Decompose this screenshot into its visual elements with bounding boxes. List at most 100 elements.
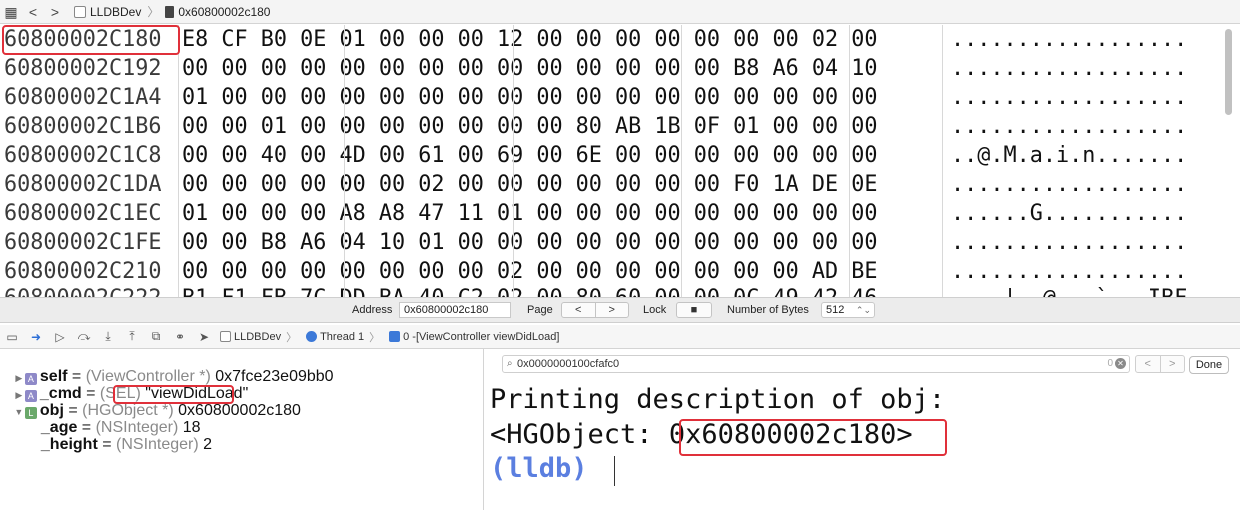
variable-row-height[interactable]: _height = (NSInteger) 2	[32, 419, 212, 453]
memory-row: 60800002C1A4 01 00 00 00 00 00 00 00 00 …	[0, 85, 1240, 111]
memory-ascii[interactable]: ..@.M.a.i.n.......	[951, 143, 1187, 169]
memory-graph-icon[interactable]: ⚭	[170, 330, 190, 344]
console-search-field[interactable]: ⌕ 0x0000000100cfafc0 0 ✕	[502, 355, 1130, 373]
memory-bytes[interactable]: 00 00 40 00 4D 00 61 00 69 00 6E 00 00 0…	[182, 143, 878, 169]
variable-row-self[interactable]: ▶ Aself = (ViewController *) 0x7fce23e09b…	[4, 351, 334, 385]
memory-bytes[interactable]: 01 00 00 00 A8 A8 47 11 01 00 00 00 00 0…	[182, 201, 878, 227]
debug-crumb-frame[interactable]: 0 -[ViewController viewDidLoad]	[389, 330, 559, 343]
hide-debug-area-icon[interactable]: ▭	[2, 330, 22, 344]
object-class: <HGObject:	[490, 419, 669, 450]
memory-ascii[interactable]: ..................	[951, 85, 1187, 111]
memory-ascii[interactable]: ..................	[951, 27, 1187, 53]
project-icon	[220, 330, 231, 342]
variable-row-cmd[interactable]: ▶ A _cmd = (SEL) "viewDidLoad"	[4, 368, 248, 402]
page-stepper: < >	[561, 302, 629, 318]
memory-bytes[interactable]: 00 00 B8 A6 04 10 01 00 00 00 00 00 00 0…	[182, 230, 878, 256]
memory-ascii[interactable]: ..................	[951, 172, 1187, 198]
memory-ascii[interactable]: ..................	[951, 230, 1187, 256]
crumb-separator: 〉	[369, 331, 381, 344]
search-nav: < >	[1135, 355, 1185, 373]
memory-row: 60800002C1EC 01 00 00 00 A8 A8 47 11 01 …	[0, 201, 1240, 227]
crumb-separator: 〉	[147, 5, 160, 19]
memory-row: 60800002C180 E8 CF B0 0E 01 00 00 00 12 …	[0, 27, 1240, 53]
view-debugger-icon[interactable]: ⧉	[146, 329, 166, 344]
memory-bytes[interactable]: 00 00 00 00 00 00 02 00 00 00 00 00 00 0…	[182, 172, 878, 198]
memory-bytes[interactable]: B1 F1 FB 7C DD BA 40 C2 02 00 80 60 00 0…	[182, 286, 878, 297]
search-next-button[interactable]: >	[1159, 356, 1185, 372]
highlight-memory-address	[2, 25, 180, 55]
memory-row: 60800002C192 00 00 00 00 00 00 00 00 00 …	[0, 56, 1240, 82]
console-prompt-line[interactable]: (lldb)	[490, 453, 588, 484]
jump-bar: ▦ < > LLDBDev 〉 0x60800002c180	[0, 0, 1240, 24]
memory-address: 60800002C1C8	[4, 143, 162, 168]
memory-address: 60800002C1A4	[4, 85, 162, 110]
debug-bar: ▭ ➜ ▷ ⤼ ⤓ ⤒ ⧉ ⚭ ➤ LLDBDev 〉 Thread 1 〉 0…	[0, 325, 1240, 349]
page-next-button[interactable]: >	[594, 303, 629, 317]
memory-scrollbar[interactable]	[1225, 29, 1232, 115]
memory-address: 60800002C192	[4, 56, 162, 81]
memory-browser[interactable]: 60800002C180 E8 CF B0 0E 01 00 00 00 12 …	[0, 25, 1240, 297]
column-divider	[344, 25, 345, 297]
forward-button[interactable]: >	[44, 1, 66, 23]
memory-bytes[interactable]: 01 00 00 00 00 00 00 00 00 00 00 00 00 0…	[182, 85, 878, 111]
memory-address: 60800002C1B6	[4, 114, 162, 139]
debug-crumb-thread[interactable]: Thread 1	[306, 330, 364, 343]
highlight-console-address	[679, 419, 947, 456]
memory-bytes[interactable]: 00 00 00 00 00 00 00 00 00 00 00 00 00 0…	[182, 56, 878, 82]
address-label: Address	[352, 304, 393, 316]
page-label: Page	[527, 304, 553, 316]
breakpoints-toggle-icon[interactable]: ➜	[26, 330, 46, 344]
memory-row: 60800002C1DA 00 00 00 00 00 00 02 00 00 …	[0, 172, 1240, 198]
memory-address: 60800002C1FE	[4, 230, 162, 255]
page-prev-button[interactable]: <	[562, 303, 595, 317]
memory-bytes[interactable]: E8 CF B0 0E 01 00 00 00 12 00 00 00 00 0…	[182, 27, 878, 53]
column-divider	[513, 25, 514, 297]
crumb-project[interactable]: LLDBDev	[90, 5, 141, 19]
step-into-icon[interactable]: ⤓	[98, 329, 118, 344]
console-line-description: Printing description of obj:	[490, 384, 946, 415]
memory-row: 60800002C1C8 00 00 40 00 4D 00 61 00 69 …	[0, 143, 1240, 169]
memory-ascii[interactable]: ..................	[951, 259, 1187, 285]
step-out-icon[interactable]: ⤒	[122, 329, 142, 344]
bytes-select[interactable]: 512 ⌃⌄	[821, 302, 875, 318]
variable-row-age[interactable]: _age = (NSInteger) 18	[32, 402, 201, 436]
column-divider	[849, 25, 850, 297]
search-prev-button[interactable]: <	[1136, 356, 1160, 372]
continue-icon[interactable]: ▷	[50, 330, 70, 344]
search-text: 0x0000000100cfafc0	[517, 358, 620, 370]
step-over-icon[interactable]: ⤼	[74, 329, 94, 344]
stepper-icon: ⌃⌄	[855, 305, 871, 315]
memory-file-icon	[165, 5, 175, 18]
thread-icon	[306, 330, 318, 342]
debug-crumb-project[interactable]: LLDBDev	[220, 330, 281, 343]
location-icon[interactable]: ➤	[194, 330, 214, 344]
project-icon	[74, 5, 86, 18]
clear-search-icon[interactable]: ✕	[1115, 358, 1126, 369]
bytes-label: Number of Bytes	[727, 304, 809, 316]
lock-toggle[interactable]: ■	[676, 302, 712, 318]
highlight-obj-address	[113, 385, 234, 404]
memory-bytes[interactable]: 00 00 00 00 00 00 00 00 02 00 00 00 00 0…	[182, 259, 878, 285]
memory-ascii[interactable]: ..................	[951, 56, 1187, 82]
memory-address: 60800002C1EC	[4, 201, 162, 226]
search-match-count: 0	[1107, 358, 1113, 369]
memory-address: 60800002C222	[4, 286, 161, 297]
memory-address: 60800002C210	[4, 259, 162, 284]
frame-icon	[389, 330, 401, 342]
memory-ascii[interactable]: ....|..@...`...IBF	[951, 286, 1187, 297]
disclosure-triangle-icon[interactable]: ▼	[13, 404, 25, 421]
memory-ascii[interactable]: ..................	[951, 114, 1187, 140]
address-field[interactable]: 0x60800002c180	[399, 302, 511, 318]
grid-icon[interactable]: ▦	[0, 1, 22, 23]
search-icon: ⌕	[507, 358, 513, 369]
lock-icon: ■	[690, 304, 698, 316]
crumb-memory-address[interactable]: 0x60800002c180	[178, 5, 270, 19]
done-button[interactable]: Done	[1189, 356, 1229, 374]
memory-row: 60800002C1FE 00 00 B8 A6 04 10 01 00 00 …	[0, 230, 1240, 256]
memory-ascii[interactable]: ......G...........	[951, 201, 1187, 227]
text-cursor	[614, 456, 615, 486]
memory-bytes[interactable]: 00 00 01 00 00 00 00 00 00 00 80 AB 1B 0…	[182, 114, 878, 140]
memory-address: 60800002C1DA	[4, 172, 162, 197]
back-button[interactable]: <	[22, 1, 44, 23]
memory-row: 60800002C1B6 00 00 01 00 00 00 00 00 00 …	[0, 114, 1240, 140]
